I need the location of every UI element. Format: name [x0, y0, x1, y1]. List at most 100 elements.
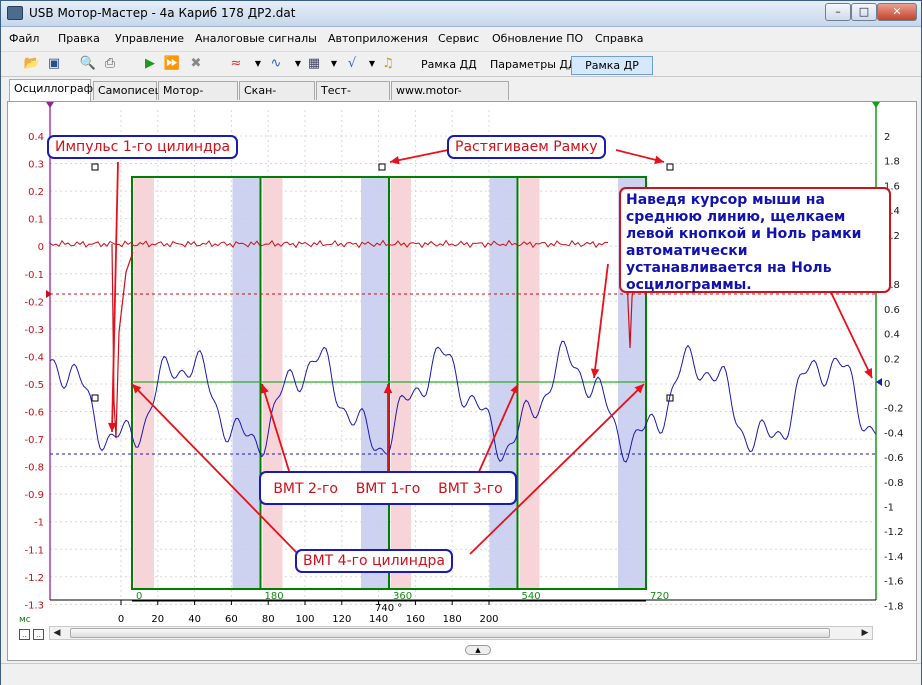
callout-bmt-group: ВМТ 2-го ВМТ 1-го ВМТ 3-го: [259, 471, 517, 505]
menu-update[interactable]: Обновление ПО: [492, 32, 583, 45]
params-dd-button[interactable]: Параметры ДД: [484, 56, 583, 75]
bottom-tick-label: 0: [118, 614, 124, 625]
left-tick-label: 0.1: [28, 215, 44, 226]
left-tick-label: -1.1: [24, 545, 44, 556]
frame-degree-label: 720: [650, 591, 669, 602]
left-tick-label: -1: [34, 518, 44, 529]
frame-degree-label: 0: [136, 591, 142, 602]
calculator-icon[interactable]: ▦: [305, 55, 323, 73]
maximize-button[interactable]: □: [851, 3, 877, 21]
close-button[interactable]: ✕: [877, 3, 917, 21]
chevron-down-icon[interactable]: ▼: [249, 55, 267, 73]
tdc-band-blue: [232, 177, 261, 589]
tab-bar: Осциллограф Самописец Мотор-тестер Скан-…: [1, 79, 921, 114]
fast-forward-icon[interactable]: ⏩: [163, 55, 181, 73]
formula-icon[interactable]: √: [343, 55, 361, 73]
app-window: USB Мотор-Мастер - 4а Кариб 178 ДР2.dat …: [0, 0, 922, 685]
left-tick-label: -0.4: [24, 352, 44, 363]
channel-a-marker-icon: [46, 102, 54, 108]
zoom-out-time-button[interactable]: ..: [33, 629, 44, 640]
tab-scan-tester[interactable]: Скан-Тестер: [239, 81, 315, 114]
channel-b-marker-icon: [872, 102, 880, 108]
bottom-tick-label: 80: [262, 614, 275, 625]
play-icon[interactable]: ▶: [141, 55, 159, 73]
app-icon: [7, 6, 23, 20]
right-tick-label: 1.8: [884, 157, 900, 168]
bottom-tick-label: 180: [443, 614, 462, 625]
tab-recorder[interactable]: Самописец: [93, 81, 162, 100]
menu-file[interactable]: Файл: [9, 32, 39, 45]
right-tick-label: -1: [884, 503, 894, 514]
tab-oscilloscope[interactable]: Осциллограф: [9, 79, 93, 101]
bottom-tick-label: 160: [406, 614, 425, 625]
left-tick-label: -0.9: [24, 490, 44, 501]
right-tick-label: -1.8: [884, 601, 904, 612]
tdc-band-pink: [391, 177, 411, 589]
collapse-panel-button[interactable]: ▲: [465, 645, 491, 655]
menu-service[interactable]: Сервис: [438, 32, 479, 45]
right-tick-label: 0: [884, 379, 890, 390]
frame-degree-label: 360: [393, 591, 412, 602]
frame-degree-label: 540: [522, 591, 541, 602]
left-tick-label: 0.3: [28, 160, 44, 171]
left-tick-label: -0.3: [24, 325, 44, 336]
chevron-down-icon[interactable]: ▼: [325, 55, 343, 73]
right-tick-label: -0.8: [884, 478, 904, 489]
time-unit-label: мс: [19, 615, 31, 625]
menu-auto[interactable]: Автоприложения: [328, 32, 428, 45]
menu-analog[interactable]: Аналоговые сигналы: [195, 32, 317, 45]
left-tick-label: -0.6: [24, 408, 44, 419]
stop-icon[interactable]: ✖: [187, 55, 205, 73]
horizontal-scrollbar[interactable]: ◀ ▶: [49, 626, 873, 640]
scroll-right-icon[interactable]: ▶: [858, 627, 872, 639]
left-tick-label: -1.2: [24, 573, 44, 584]
scroll-thumb[interactable]: [70, 628, 830, 638]
oscilloscope-panel[interactable]: 0 180 360 540 720 740 ° 0.4 0.3 0.2 0.1 0 -0.1 -0.2…: [7, 101, 917, 661]
left-tick-label: -0.8: [24, 463, 44, 474]
oscillogram[interactable]: 0 180 360 540 720740 ° 0.40.30.20.10-0.1-0.2…: [8, 102, 918, 662]
callout-bmt4: ВМТ 4-го цилиндра: [295, 549, 453, 573]
title-bar: USB Мотор-Мастер - 4а Кариб 178 ДР2.dat …: [1, 1, 921, 27]
menu-control[interactable]: Управление: [115, 32, 184, 45]
frame-handle: [378, 163, 386, 171]
print-preview-icon[interactable]: 🔍: [79, 55, 97, 73]
open-folder-icon[interactable]: 📂: [23, 55, 41, 73]
right-tick-label: -1.6: [884, 577, 904, 588]
frame-handle: [666, 163, 674, 171]
arrow-head: [654, 155, 664, 164]
toolbar: 📂 ▣ 🔍 ⎙ ▶ ⏩ ✖ ≈ ▼ ∿ ▼ ▦ ▼ √ ▼ ♫ Рамка ДД…: [1, 51, 921, 77]
menu-help[interactable]: Справка: [595, 32, 643, 45]
bottom-tick-label: 60: [225, 614, 238, 625]
bottom-tick-label: 20: [151, 614, 164, 625]
left-tick-label: -0.5: [24, 380, 44, 391]
frame-handle: [91, 163, 99, 171]
left-tick-label: -0.1: [24, 270, 44, 281]
minimize-button[interactable]: –: [825, 3, 851, 21]
right-tick-label: -1.4: [884, 552, 904, 563]
label-bmt3: ВМТ 3-го: [438, 481, 503, 497]
zoom-in-time-button[interactable]: ..: [19, 629, 30, 640]
right-tick-label: -0.4: [884, 428, 904, 439]
sound-icon[interactable]: ♫: [379, 55, 397, 73]
save-icon[interactable]: ▣: [45, 55, 63, 73]
left-tick-label: -1.3: [24, 600, 44, 611]
tab-website[interactable]: www.motor-master.ru: [391, 81, 509, 114]
right-tick-label: 0.2: [884, 354, 900, 365]
waveform-icon[interactable]: ≈: [227, 55, 245, 73]
frame-dr-button[interactable]: Рамка ДР: [571, 56, 653, 75]
left-tick-label: 0: [38, 242, 44, 253]
right-tick-label: 0.4: [884, 330, 900, 341]
tab-test-master[interactable]: Тест-мастер: [316, 81, 390, 114]
signal-icon[interactable]: ∿: [267, 55, 285, 73]
menu-edit[interactable]: Правка: [58, 32, 100, 45]
callout-cursor-hint: Наведя курсор мыши на среднюю линию, щел…: [619, 187, 891, 293]
frame-dd-button[interactable]: Рамка ДД: [415, 56, 483, 75]
right-tick-label: 2: [884, 132, 890, 143]
tab-motor-tester[interactable]: Мотор-тестер: [158, 81, 238, 114]
zero-marker-icon: [876, 378, 882, 386]
print-icon[interactable]: ⎙: [101, 55, 119, 73]
tdc-band-pink: [134, 177, 154, 589]
frame-degree-label: 180: [265, 591, 284, 602]
left-tick-label: 0.4: [28, 132, 44, 143]
scroll-left-icon[interactable]: ◀: [50, 627, 64, 639]
